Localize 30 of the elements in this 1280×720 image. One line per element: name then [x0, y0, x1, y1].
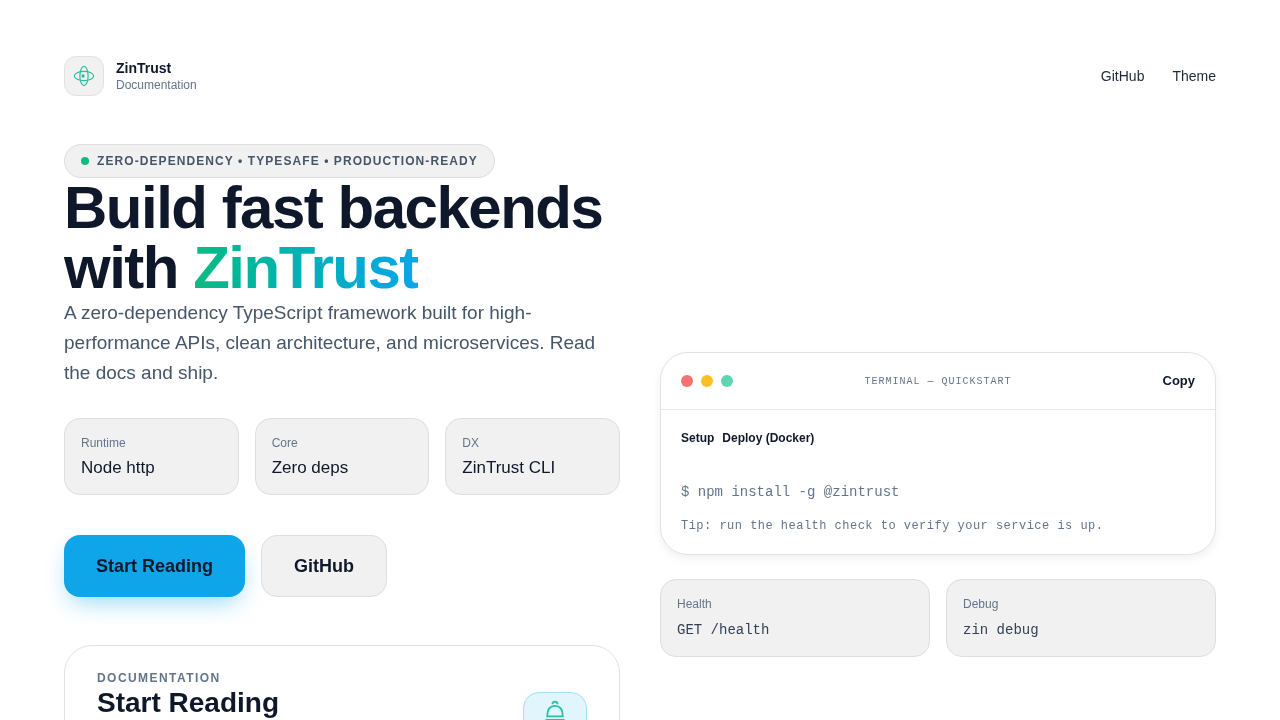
stat-label: Core: [271, 435, 298, 451]
hero-title: Build fast backends with ZinTrust: [64, 178, 603, 298]
github-button[interactable]: GitHub: [261, 535, 388, 597]
card-title: Start Reading: [97, 688, 280, 718]
nav-link[interactable]: Theme: [1172, 65, 1216, 87]
stat-value: Node http: [81, 457, 155, 479]
brand-title: ZinTrust: [116, 59, 173, 77]
documentation-card[interactable]: DOCUMENTATION Start Reading: [64, 645, 620, 720]
hero-description: A zero-dependency TypeScript framework built for high-performance APIs, clean architecture, and microservices. Read the docs and ship.: [64, 301, 597, 385]
stat-value: Zero deps: [271, 457, 349, 479]
terminal-tab[interactable]: Deploy (Docker): [722, 430, 815, 446]
stat-label: Runtime: [81, 435, 126, 451]
badge-text: ZERO-DEPENDENCY • TYPESAFE • PRODUCTION-READY: [97, 153, 478, 170]
nav-link[interactable]: GitHub: [1100, 65, 1145, 87]
atom-icon: [73, 65, 95, 87]
terminal-tab[interactable]: Setup: [681, 430, 715, 446]
brand-logo[interactable]: [64, 56, 104, 96]
copy-button[interactable]: Copy: [1162, 371, 1195, 391]
shortcut-command: GET /health: [677, 621, 770, 640]
shortcut-label: Health: [677, 596, 712, 612]
stat-label: DX: [462, 435, 479, 451]
terminal-tip: Tip: run the health check to verify your service is up.: [681, 518, 1104, 534]
start-reading-button[interactable]: Start Reading: [64, 535, 246, 597]
stat-value: ZinTrust CLI: [462, 457, 556, 479]
terminal-title: TERMINAL — QUICKSTART: [864, 374, 1012, 389]
shortcut-command: zin debug: [963, 621, 1039, 640]
brand-subtitle: Documentation: [116, 77, 197, 93]
terminal-command: $ npm install -g @zintrust: [681, 483, 900, 502]
shortcut-label: Debug: [963, 596, 999, 612]
card-eyebrow: DOCUMENTATION: [97, 670, 221, 686]
